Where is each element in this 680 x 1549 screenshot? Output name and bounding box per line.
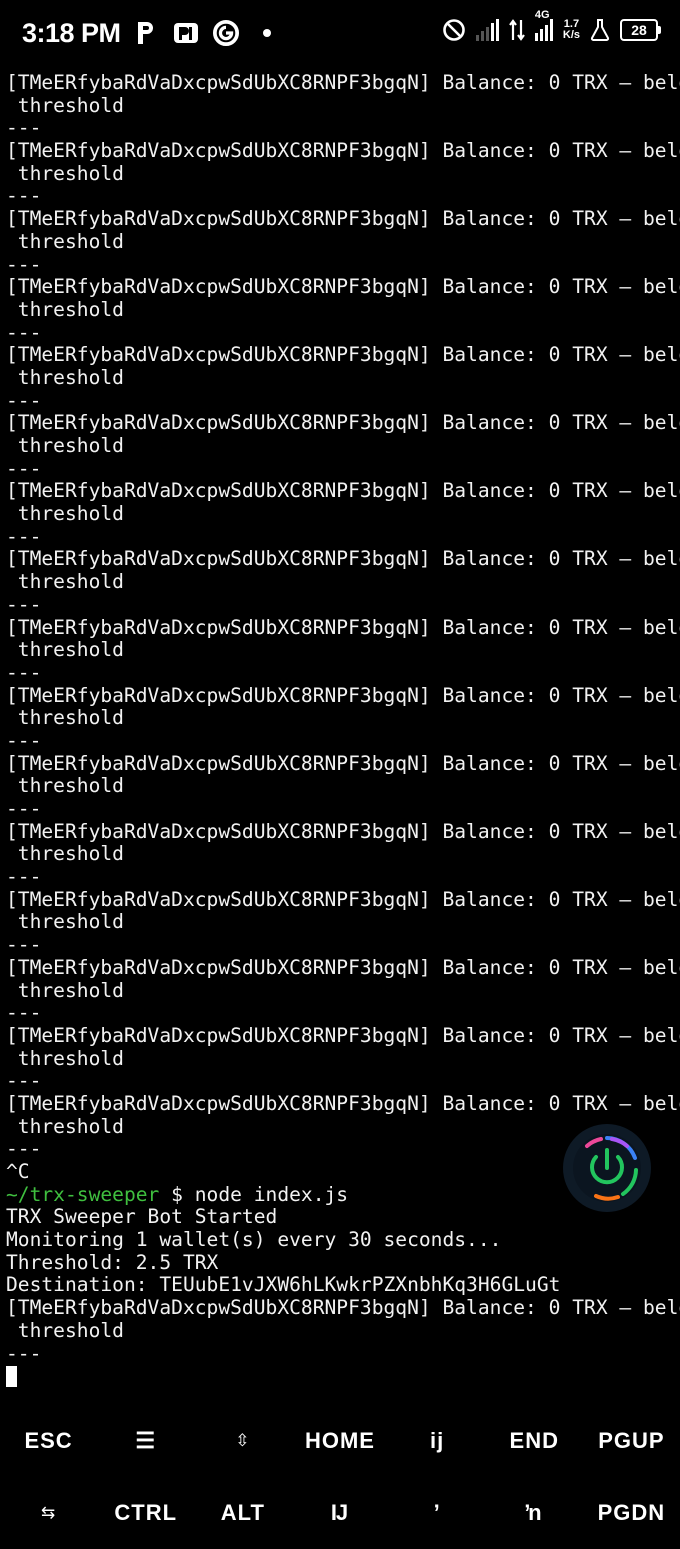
apostrophe-key[interactable]: ’ [389,1477,486,1549]
scroll-key[interactable]: ⇳ [194,1405,291,1477]
data-arrows-icon [508,19,525,41]
output-line: Destination: TEUubE1vJXW6hLKwkrPZXnbhKq3… [6,1273,561,1297]
log-line-wrap: threshold [6,297,124,321]
log-separator: --- [6,184,42,208]
log-line: [TMeERfybaRdVaDxcpwSdUbXC8RNPF3bgqN] Bal… [6,887,680,911]
extra-keys-bar: ESC ☰ ⇳ HOME ij END PGUP ⇆ CTRL ALT Ĳ ’ … [0,1405,680,1549]
log-separator: --- [6,933,42,957]
log-separator: --- [6,865,42,889]
output-line: Monitoring 1 wallet(s) every 30 seconds.… [6,1228,502,1252]
notification-icons [133,20,271,46]
n-apostrophe-key[interactable]: ŉ [486,1477,583,1549]
clock: 3:18 PM [22,18,121,48]
log-line-wrap: threshold [6,910,124,934]
log-line-wrap: threshold [6,978,124,1002]
ij-key[interactable]: ij [389,1405,486,1477]
log-separator: --- [6,388,42,412]
floating-power-widget[interactable] [563,1124,651,1212]
drawer-key[interactable]: ☰ [97,1405,194,1477]
log-line: [TMeERfybaRdVaDxcpwSdUbXC8RNPF3bgqN] Bal… [6,207,680,231]
log-line-wrap: threshold [6,570,124,594]
log-line-wrap: threshold [6,1318,124,1342]
log-separator: --- [6,320,42,344]
log-line: [TMeERfybaRdVaDxcpwSdUbXC8RNPF3bgqN] Bal… [6,683,680,707]
do-not-disturb-icon [443,19,465,41]
text-cursor [6,1366,17,1388]
log-line-wrap: threshold [6,1046,124,1070]
log-line: [TMeERfybaRdVaDxcpwSdUbXC8RNPF3bgqN] Bal… [6,1091,680,1115]
power-icon [573,1134,641,1202]
log-line: [TMeERfybaRdVaDxcpwSdUbXC8RNPF3bgqN] Bal… [6,71,680,94]
status-bar: 3:18 PM 4G 1.7 K/s 28 [0,0,680,70]
log-line: [TMeERfybaRdVaDxcpwSdUbXC8RNPF3bgqN] Bal… [6,479,680,503]
log-separator: --- [6,1069,42,1093]
prompt-symbol: $ [159,1182,195,1206]
cursor-line [6,1365,678,1388]
log-line: [TMeERfybaRdVaDxcpwSdUbXC8RNPF3bgqN] Bal… [6,275,680,299]
log-line-wrap: threshold [6,502,124,526]
log-line-wrap: threshold [6,365,124,389]
battery-icon: 28 [620,19,661,41]
log-separator: --- [6,1001,42,1025]
log-line-wrap: threshold [6,842,124,866]
gear-g-app-icon [213,20,239,46]
log-line: [TMeERfybaRdVaDxcpwSdUbXC8RNPF3bgqN] Bal… [6,751,680,775]
log-separator: --- [6,592,42,616]
prompt-command: node index.js [194,1182,349,1206]
log-line: [TMeERfybaRdVaDxcpwSdUbXC8RNPF3bgqN] Bal… [6,1296,680,1320]
net-speed: 1.7 K/s [563,19,580,41]
network-type-label: 4G [534,9,550,21]
home-key[interactable]: HOME [291,1405,388,1477]
ctrl-key[interactable]: CTRL [97,1477,194,1549]
extra-keys-row-2: ⇆ CTRL ALT Ĳ ’ ŉ PGDN [0,1477,680,1549]
log-line: [TMeERfybaRdVaDxcpwSdUbXC8RNPF3bgqN] Bal… [6,411,680,435]
esc-key[interactable]: ESC [0,1405,97,1477]
alt-key[interactable]: ALT [194,1477,291,1549]
signal-bars-icon [475,19,499,41]
system-icons: 4G 1.7 K/s 28 [442,9,661,42]
lab-flask-icon [590,19,610,41]
log-line: [TMeERfybaRdVaDxcpwSdUbXC8RNPF3bgqN] Bal… [6,547,680,571]
log-separator: --- [6,660,42,684]
log-line: [TMeERfybaRdVaDxcpwSdUbXC8RNPF3bgqN] Bal… [6,139,680,163]
net-speed-unit: K/s [562,29,580,41]
ij-ligature-key[interactable]: Ĳ [291,1477,388,1549]
end-key[interactable]: END [486,1405,583,1477]
log-line: [TMeERfybaRdVaDxcpwSdUbXC8RNPF3bgqN] Bal… [6,955,680,979]
notification-dot-icon [263,29,271,37]
log-line-wrap: threshold [6,93,124,117]
log-separator: --- [6,116,42,140]
log-separator: --- [6,728,42,752]
log-line-wrap: threshold [6,434,124,457]
log-line: [TMeERfybaRdVaDxcpwSdUbXC8RNPF3bgqN] Bal… [6,615,680,639]
log-line: [TMeERfybaRdVaDxcpwSdUbXC8RNPF3bgqN] Bal… [6,343,680,367]
parking-app-icon [133,20,159,46]
extra-keys-row-1: ESC ☰ ⇳ HOME ij END PGUP [0,1405,680,1477]
log-separator: --- [6,1341,42,1365]
pgdn-key[interactable]: PGDN [583,1477,680,1549]
payment-app-icon [173,20,199,46]
battery-level: 28 [631,22,647,38]
log-line-wrap: threshold [6,229,124,253]
log-line-wrap: threshold [6,638,124,662]
output-line: Threshold: 2.5 TRX [6,1250,219,1274]
log-line: [TMeERfybaRdVaDxcpwSdUbXC8RNPF3bgqN] Bal… [6,1023,680,1047]
log-line-wrap: threshold [6,774,124,798]
tab-key[interactable]: ⇆ [0,1477,97,1549]
prompt-path: ~/trx-sweeper [6,1182,160,1206]
log-separator: --- [6,524,42,548]
log-separator: --- [6,252,42,276]
signal-4g-icon: 4G [534,9,553,41]
log-separator: --- [6,797,42,820]
pgup-key[interactable]: PGUP [583,1405,680,1477]
log-line: [TMeERfybaRdVaDxcpwSdUbXC8RNPF3bgqN] Bal… [6,819,680,843]
log-separator: --- [6,456,42,480]
log-line-wrap: threshold [6,161,124,185]
log-line-wrap: threshold [6,706,124,730]
